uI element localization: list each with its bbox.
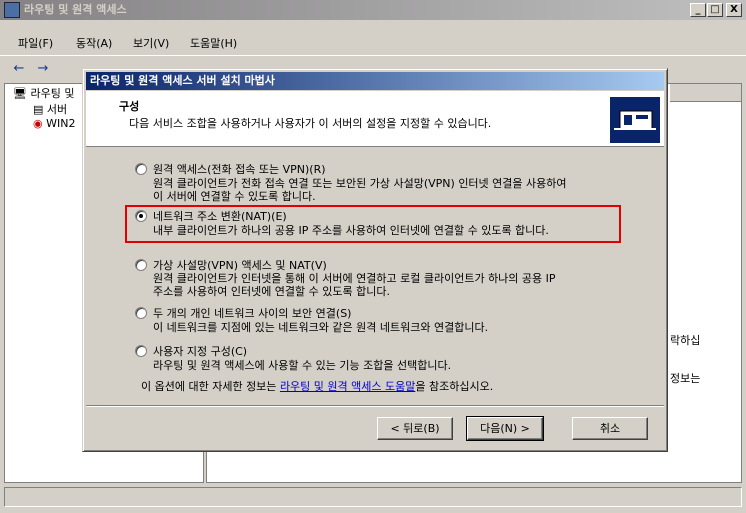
menu-file[interactable]: 파일(F): [18, 35, 53, 51]
status-bar: [4, 487, 742, 507]
custom-config-desc: 라우팅 및 원격 액세스에 사용할 수 있는 기능 조합을 선택합니다.: [153, 359, 452, 372]
forward-arrow-icon[interactable]: →: [34, 60, 52, 78]
dialog-separator: [86, 405, 664, 407]
details-header: [670, 84, 741, 102]
remote-access-label[interactable]: 원격 액세스(전화 접속 또는 VPN)(R): [153, 161, 326, 177]
wizard-title-bar: 라우팅 및 원격 액세스 서버 설치 마법사: [86, 72, 664, 90]
remote-access-desc-2: 이 서버에 연결할 수 있도록 합니다.: [153, 190, 316, 203]
cancel-button[interactable]: 취소: [572, 417, 648, 440]
wizard-header-icon: [610, 97, 660, 143]
menu-view[interactable]: 보기(V): [133, 35, 169, 51]
main-window-title: 라우팅 및 원격 액세스: [24, 3, 127, 16]
main-title-bar: 라우팅 및 원격 액세스 _ □ X: [0, 0, 746, 20]
menu-bar: 파일(F) 동작(A) 보기(V) 도움말(H): [0, 31, 746, 53]
back-arrow-icon[interactable]: ←: [10, 60, 28, 78]
remote-access-radio[interactable]: [135, 163, 147, 175]
setup-wizard-dialog: 라우팅 및 원격 액세스 서버 설치 마법사 구성 다음 서비스 조합을 사용하…: [82, 68, 668, 452]
custom-config-radio[interactable]: [135, 345, 147, 357]
secure-connection-radio[interactable]: [135, 307, 147, 319]
close-button[interactable]: X: [726, 3, 742, 17]
vpn-nat-desc-2: 주소를 사용하여 인터넷에 연결할 수 있도록 합니다.: [153, 285, 390, 298]
server-stopped-icon: ◉: [33, 117, 43, 130]
wizard-title: 라우팅 및 원격 액세스 서버 설치 마법사: [90, 74, 275, 87]
nat-radio[interactable]: [135, 210, 147, 222]
vpn-nat-label[interactable]: 가상 사설망(VPN) 액세스 및 NAT(V): [153, 257, 327, 273]
custom-config-label[interactable]: 사용자 지정 구성(C): [153, 343, 247, 359]
menu-action[interactable]: 동작(A): [76, 35, 112, 51]
menu-help[interactable]: 도움말(H): [190, 35, 237, 51]
details-text-fragment-2: 정보는: [670, 372, 701, 385]
secure-connection-label[interactable]: 두 개의 개인 네트워크 사이의 보안 연결(S): [153, 305, 351, 321]
secure-connection-desc: 이 네트워크를 지점에 있는 네트워크와 같은 원격 네트워크와 연결합니다.: [153, 321, 489, 334]
details-text-fragment-1: 락하십: [670, 334, 701, 347]
tree-item-root[interactable]: 🖥 라우팅 및: [13, 85, 74, 101]
help-link[interactable]: 라우팅 및 원격 액세스 도움말: [280, 380, 415, 393]
maximize-button[interactable]: □: [707, 3, 723, 17]
minimize-button[interactable]: _: [690, 3, 706, 17]
wizard-header: 구성 다음 서비스 조합을 사용하거나 사용자가 이 서버의 설정을 지정할 수…: [86, 91, 664, 147]
help-text: 이 옵션에 대한 자세한 정보는 라우팅 및 원격 액세스 도움말을 참조하십시…: [141, 380, 494, 393]
tree-item-win2[interactable]: ◉ WIN2: [33, 117, 75, 130]
nat-desc: 내부 클라이언트가 하나의 공용 IP 주소를 사용하여 인터넷에 연결할 수 …: [153, 224, 549, 237]
next-button[interactable]: 다음(N) >: [466, 416, 544, 441]
server-icon: ▤: [33, 103, 44, 116]
vpn-nat-radio[interactable]: [135, 259, 147, 271]
app-icon: [4, 2, 20, 18]
tree-item-server[interactable]: ▤ 서버: [33, 101, 67, 117]
wizard-header-subtitle: 다음 서비스 조합을 사용하거나 사용자가 이 서버의 설정을 지정할 수 있습…: [129, 117, 492, 130]
back-button[interactable]: < 뒤로(B): [377, 417, 453, 440]
vpn-nat-desc-1: 원격 클라이언트가 인터넷을 통해 이 서버에 연결하고 로컬 클라이언트가 하…: [153, 272, 556, 285]
wizard-header-title: 구성: [119, 100, 140, 113]
remote-access-desc-1: 원격 클라이언트가 전화 접속 연결 또는 보안된 가상 사설망(VPN) 인터…: [153, 177, 567, 190]
nat-label[interactable]: 네트워크 주소 변환(NAT)(E): [153, 208, 287, 224]
computer-icon: 🖥: [13, 87, 27, 100]
